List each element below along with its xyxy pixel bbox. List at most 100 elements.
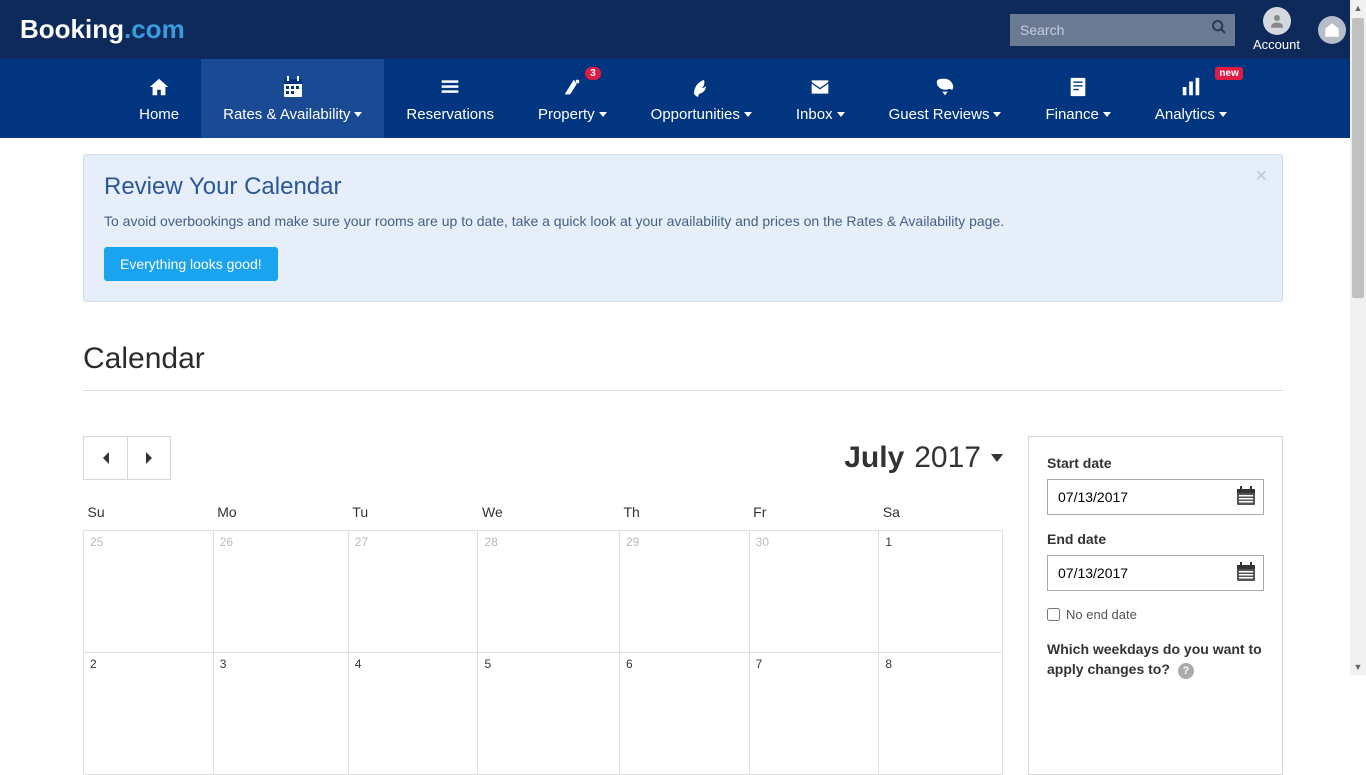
scroll-up-icon[interactable]: ▲ [1350, 0, 1366, 16]
new-badge: new [1215, 67, 1242, 80]
chevron-down-icon [991, 454, 1003, 462]
nav-icon [807, 74, 833, 100]
calendar-day[interactable]: 4 [348, 653, 478, 775]
date-range-panel: Start date End date No end date Which we… [1028, 436, 1283, 775]
prev-month-button[interactable] [83, 436, 127, 480]
help-icon[interactable]: ? [1178, 663, 1194, 679]
nav-label: Finance [1045, 106, 1110, 123]
logo-main: Booking [20, 14, 124, 45]
calendar-day[interactable]: 28 [478, 531, 619, 653]
year: 2017 [914, 441, 981, 475]
month-nav [83, 436, 171, 480]
start-date-label: Start date [1047, 455, 1264, 471]
nav-home[interactable]: Home [117, 59, 201, 138]
nav-icon [932, 74, 958, 100]
nav-label: Home [139, 106, 179, 123]
nav-label: Analytics [1155, 106, 1227, 123]
account-menu[interactable]: Account [1253, 7, 1300, 52]
main-nav: Home Rates & Availability Reservations 3… [0, 59, 1366, 138]
nav-inbox[interactable]: Inbox [774, 59, 867, 138]
calendar-day[interactable]: 27 [348, 531, 478, 653]
start-date-input[interactable] [1047, 479, 1264, 515]
nav-icon [280, 74, 306, 100]
nav-guest-reviews[interactable]: Guest Reviews [867, 59, 1024, 138]
chevron-down-icon [993, 112, 1001, 117]
calendar-day[interactable]: 6 [619, 653, 749, 775]
calendar-icon[interactable] [1234, 560, 1258, 589]
nav-icon [1178, 74, 1204, 100]
weekday-header: Fr [749, 498, 879, 531]
nav-label: Opportunities [651, 106, 752, 123]
end-date-input[interactable] [1047, 555, 1264, 591]
weekday-header: Sa [879, 498, 1003, 531]
nav-icon [439, 74, 461, 100]
property-avatar-icon[interactable] [1318, 16, 1346, 44]
calendar-header: July 2017 [83, 436, 1003, 480]
calendar-day[interactable]: 2 [84, 653, 214, 775]
divider [83, 390, 1283, 391]
search-icon[interactable] [1211, 19, 1227, 40]
user-avatar-icon [1263, 7, 1291, 35]
calendar-day[interactable]: 26 [213, 531, 348, 653]
weekdays-question: Which weekdays do you want to apply chan… [1047, 640, 1264, 679]
scrollbar-thumb[interactable] [1352, 18, 1364, 298]
logo-suffix: .com [124, 14, 185, 45]
calendar-day[interactable]: 3 [213, 653, 348, 775]
logo[interactable]: Booking.com [20, 14, 185, 45]
weekday-header: Mo [213, 498, 348, 531]
no-end-date-checkbox[interactable] [1047, 608, 1060, 621]
weekday-header: Th [619, 498, 749, 531]
account-label: Account [1253, 37, 1300, 52]
search-box [1010, 14, 1235, 46]
chevron-down-icon [744, 112, 752, 117]
end-date-label: End date [1047, 531, 1264, 547]
nav-opportunities[interactable]: Opportunities [629, 59, 774, 138]
scroll-down-icon[interactable]: ▼ [1350, 659, 1366, 675]
calendar-day[interactable]: 1 [879, 531, 1003, 653]
nav-label: Reservations [406, 106, 494, 123]
calendar-day[interactable]: 30 [749, 531, 879, 653]
notification-badge: 3 [585, 67, 601, 80]
calendar-day[interactable]: 29 [619, 531, 749, 653]
nav-icon [689, 74, 713, 100]
calendar-icon[interactable] [1234, 484, 1258, 513]
nav-property[interactable]: 3 Property [516, 59, 629, 138]
chevron-down-icon [1219, 112, 1227, 117]
nav-label: Property [538, 106, 607, 123]
next-month-button[interactable] [127, 436, 171, 480]
no-end-date-row[interactable]: No end date [1047, 607, 1264, 622]
scrollbar[interactable]: ▲ ▼ [1350, 0, 1366, 675]
nav-icon [1067, 74, 1089, 100]
month-name: July [844, 441, 904, 475]
weekday-header: Tu [348, 498, 478, 531]
nav-rates-availability[interactable]: Rates & Availability [201, 59, 384, 138]
calendar-main: July 2017 SuMoTuWeThFrSa 252627282930123… [83, 436, 1003, 775]
nav-analytics[interactable]: new Analytics [1133, 59, 1249, 138]
search-input[interactable] [1010, 14, 1235, 46]
topbar-right: Account [1010, 7, 1346, 52]
alert-body: To avoid overbookings and make sure your… [104, 213, 1262, 229]
calendar-wrap: July 2017 SuMoTuWeThFrSa 252627282930123… [83, 436, 1283, 775]
top-bar: Booking.com Account [0, 0, 1366, 59]
calendar-day[interactable]: 5 [478, 653, 619, 775]
close-icon[interactable]: × [1255, 165, 1267, 188]
calendar-day[interactable]: 25 [84, 531, 214, 653]
everything-looks-good-button[interactable]: Everything looks good! [104, 247, 278, 281]
page-title: Calendar [83, 342, 1283, 376]
nav-label: Guest Reviews [889, 106, 1002, 123]
calendar-grid: SuMoTuWeThFrSa 25262728293012345678 [83, 498, 1003, 775]
weekday-header: Su [84, 498, 214, 531]
calendar-day[interactable]: 7 [749, 653, 879, 775]
month-selector[interactable]: July 2017 [844, 441, 1003, 475]
chevron-down-icon [599, 112, 607, 117]
calendar-day[interactable]: 8 [879, 653, 1003, 775]
content: × Review Your Calendar To avoid overbook… [83, 138, 1283, 775]
chevron-down-icon [354, 112, 362, 117]
review-calendar-alert: × Review Your Calendar To avoid overbook… [83, 154, 1283, 302]
nav-icon [561, 74, 583, 100]
alert-title: Review Your Calendar [104, 173, 1262, 201]
nav-icon [146, 74, 172, 100]
nav-label: Rates & Availability [223, 106, 362, 123]
nav-finance[interactable]: Finance [1023, 59, 1132, 138]
nav-reservations[interactable]: Reservations [384, 59, 516, 138]
